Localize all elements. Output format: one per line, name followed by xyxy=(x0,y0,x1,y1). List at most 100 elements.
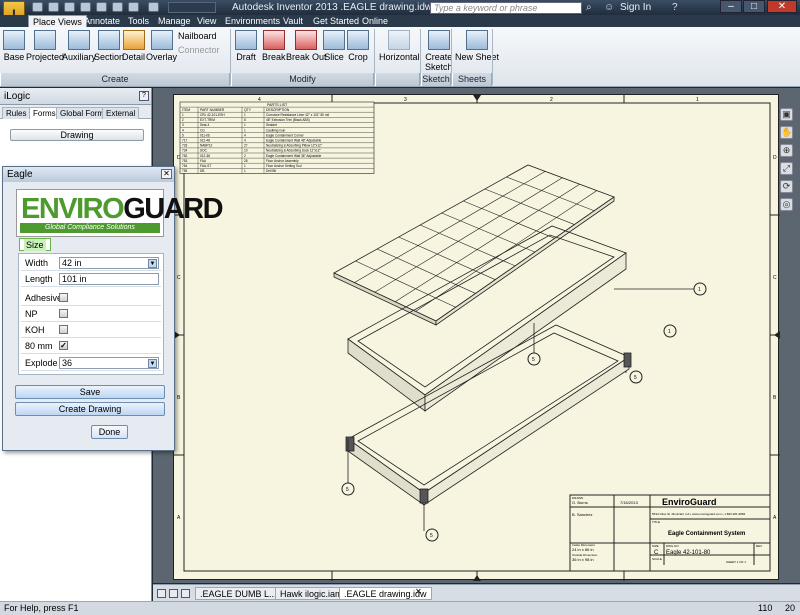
section-label: Section xyxy=(94,52,125,62)
dialog-title-bar[interactable]: Eagle ✕ xyxy=(3,167,174,182)
doc-tab-hawk-ilogic[interactable]: Hawk ilogic.iam xyxy=(275,587,348,600)
print-icon[interactable] xyxy=(112,2,123,12)
done-button[interactable]: Done xyxy=(91,425,128,439)
zoom-all-icon[interactable]: ⤢ xyxy=(780,162,793,175)
minimize-button[interactable]: – xyxy=(720,0,742,13)
status-bar: For Help, press F1 110 20 xyxy=(0,601,800,615)
crop-button[interactable]: Crop xyxy=(347,30,369,62)
inside-dim: 24 in x 86 in xyxy=(572,547,594,552)
break-out-button[interactable]: Break Out xyxy=(286,30,327,62)
adhesive-row: Adhesive xyxy=(21,291,161,306)
modify-panel-label[interactable]: Modify xyxy=(231,73,374,86)
close-tab-icon[interactable]: ✕ xyxy=(415,587,422,596)
zoom-icon[interactable]: ⊕ xyxy=(780,144,793,157)
tile-vertical-icon[interactable] xyxy=(169,589,178,598)
parts-list-cell: 2 xyxy=(244,154,246,158)
parts-list-header: PART NUMBER xyxy=(200,108,225,112)
adhesive-checkbox[interactable] xyxy=(59,293,68,302)
auxiliary-view-button[interactable]: Auxiliary xyxy=(62,30,96,62)
graphics-window[interactable]: 4 3 2 1 D C B A D C B A PARTS LIST ITEM PA… xyxy=(153,88,800,583)
projected-label: Projected xyxy=(26,52,65,62)
parts-list-cell: 3 xyxy=(182,123,184,127)
tab-vault[interactable]: Vault xyxy=(279,15,307,27)
tab-view[interactable]: View xyxy=(193,15,220,27)
detail-view-button[interactable]: Detail xyxy=(122,30,145,62)
parts-list[interactable]: PARTS LIST ITEM PART NUMBER QTY DESCRIPTION 1… xyxy=(179,101,375,174)
return-icon[interactable] xyxy=(148,2,159,12)
help-icon[interactable]: ? xyxy=(139,91,149,101)
sign-in-link[interactable]: Sign In xyxy=(620,2,651,13)
slice-button[interactable]: Slice xyxy=(323,30,345,62)
search-binoculars-icon[interactable]: ⌕ xyxy=(586,2,592,13)
sheets-panel-label[interactable]: Sheets xyxy=(452,73,492,86)
drawing-form-button[interactable]: Drawing xyxy=(10,129,144,141)
horizontal-align-button[interactable]: Horizontal xyxy=(379,30,420,62)
tab-get-started[interactable]: Get Started xyxy=(309,15,363,27)
create-sketch-button[interactable]: Create Sketch xyxy=(425,30,453,72)
tile-horizontal-icon[interactable] xyxy=(157,589,166,598)
close-icon[interactable]: ✕ xyxy=(161,169,172,179)
pan-icon[interactable]: ✋ xyxy=(780,126,793,139)
document-tabs: .EAGLE DUMB L...iam Hawk ilogic.iam .EAG… xyxy=(153,584,800,601)
dwg-label: DWG NO xyxy=(666,544,679,548)
drawing-sheet: 4 3 2 1 D C B A D C B A PARTS LIST ITEM PA… xyxy=(173,94,780,581)
search-input[interactable]: Type a keyword or phrase xyxy=(430,2,582,14)
user-icon[interactable]: ☺ xyxy=(604,2,614,13)
chevron-down-icon[interactable]: ▼ xyxy=(148,259,157,268)
tab-size[interactable]: Size xyxy=(19,238,51,251)
title-block[interactable]: DRAWN G. Burns 7/16/2013 B. Sanchez Envi… xyxy=(569,494,771,572)
project-selector[interactable] xyxy=(168,2,216,13)
sketch-panel-label[interactable]: Sketch xyxy=(421,73,451,86)
company-name: EnviroGuard xyxy=(662,497,717,507)
create-drawing-button[interactable]: Create Drawing xyxy=(15,402,165,416)
create-panel-label[interactable]: Create xyxy=(0,73,230,86)
tab-annotate[interactable]: Annotate xyxy=(80,15,124,27)
length-input[interactable]: 101 in xyxy=(59,273,159,285)
overlay-view-button[interactable]: Overlay xyxy=(146,30,177,62)
tab-place-views[interactable]: Place Views xyxy=(28,15,87,27)
save-icon[interactable] xyxy=(64,2,75,12)
parts-list-cell: Sealant xyxy=(266,123,277,127)
break-button[interactable]: Break xyxy=(262,30,286,62)
overlay-view-icon xyxy=(150,30,173,50)
close-button[interactable]: ✕ xyxy=(767,0,797,13)
chevron-down-icon[interactable]: ▼ xyxy=(148,359,157,368)
view-cube-icon[interactable]: ▣ xyxy=(780,108,793,121)
look-at-icon[interactable]: ◎ xyxy=(780,198,793,211)
dialog-title: Eagle xyxy=(7,169,33,180)
nailboard-button[interactable]: Nailboard xyxy=(178,31,217,41)
explode-dropdown[interactable]: 36 ▼ xyxy=(59,357,159,369)
cascade-icon[interactable] xyxy=(181,589,190,598)
redo-icon[interactable] xyxy=(96,2,107,12)
tab-manage[interactable]: Manage xyxy=(154,15,195,27)
projected-view-button[interactable]: Projected xyxy=(26,30,64,62)
tab-online[interactable]: Online xyxy=(358,15,392,27)
np-checkbox[interactable] xyxy=(59,309,68,318)
maximize-button[interactable]: □ xyxy=(743,0,765,13)
select-icon[interactable] xyxy=(128,2,139,12)
open-icon[interactable] xyxy=(48,2,59,12)
tab-rules[interactable]: Rules xyxy=(2,107,31,119)
tab-external[interactable]: External xyxy=(102,107,140,119)
tab-tools[interactable]: Tools xyxy=(124,15,153,27)
create-sketch-label-2: Sketch xyxy=(425,62,453,72)
zone-label-side: C xyxy=(177,275,181,281)
base-view-button[interactable]: Base xyxy=(3,30,25,62)
mm80-checkbox[interactable]: ✓ xyxy=(59,341,68,350)
width-dropdown[interactable]: 42 in ▼ xyxy=(59,257,159,269)
rev-label: REV xyxy=(756,544,762,548)
orbit-icon[interactable]: ⟳ xyxy=(780,180,793,193)
draft-view-button[interactable]: Draft xyxy=(235,30,257,62)
balloon-label: 1 xyxy=(668,329,671,335)
exploded-assembly-view[interactable] xyxy=(333,164,694,531)
section-view-button[interactable]: Section xyxy=(94,30,124,62)
enviroguard-logo: ENVIROGUARD Global Compliance Solutions xyxy=(16,189,224,237)
parts-list-cell: Eagle Containment Corner xyxy=(266,133,305,137)
help-icon[interactable]: ? xyxy=(672,2,678,13)
zone-label-top: 1 xyxy=(696,97,699,103)
undo-icon[interactable] xyxy=(80,2,91,12)
save-button[interactable]: Save xyxy=(15,385,165,399)
koh-checkbox[interactable] xyxy=(59,325,68,334)
tab-environments[interactable]: Environments xyxy=(221,15,284,27)
new-icon[interactable] xyxy=(32,2,43,12)
